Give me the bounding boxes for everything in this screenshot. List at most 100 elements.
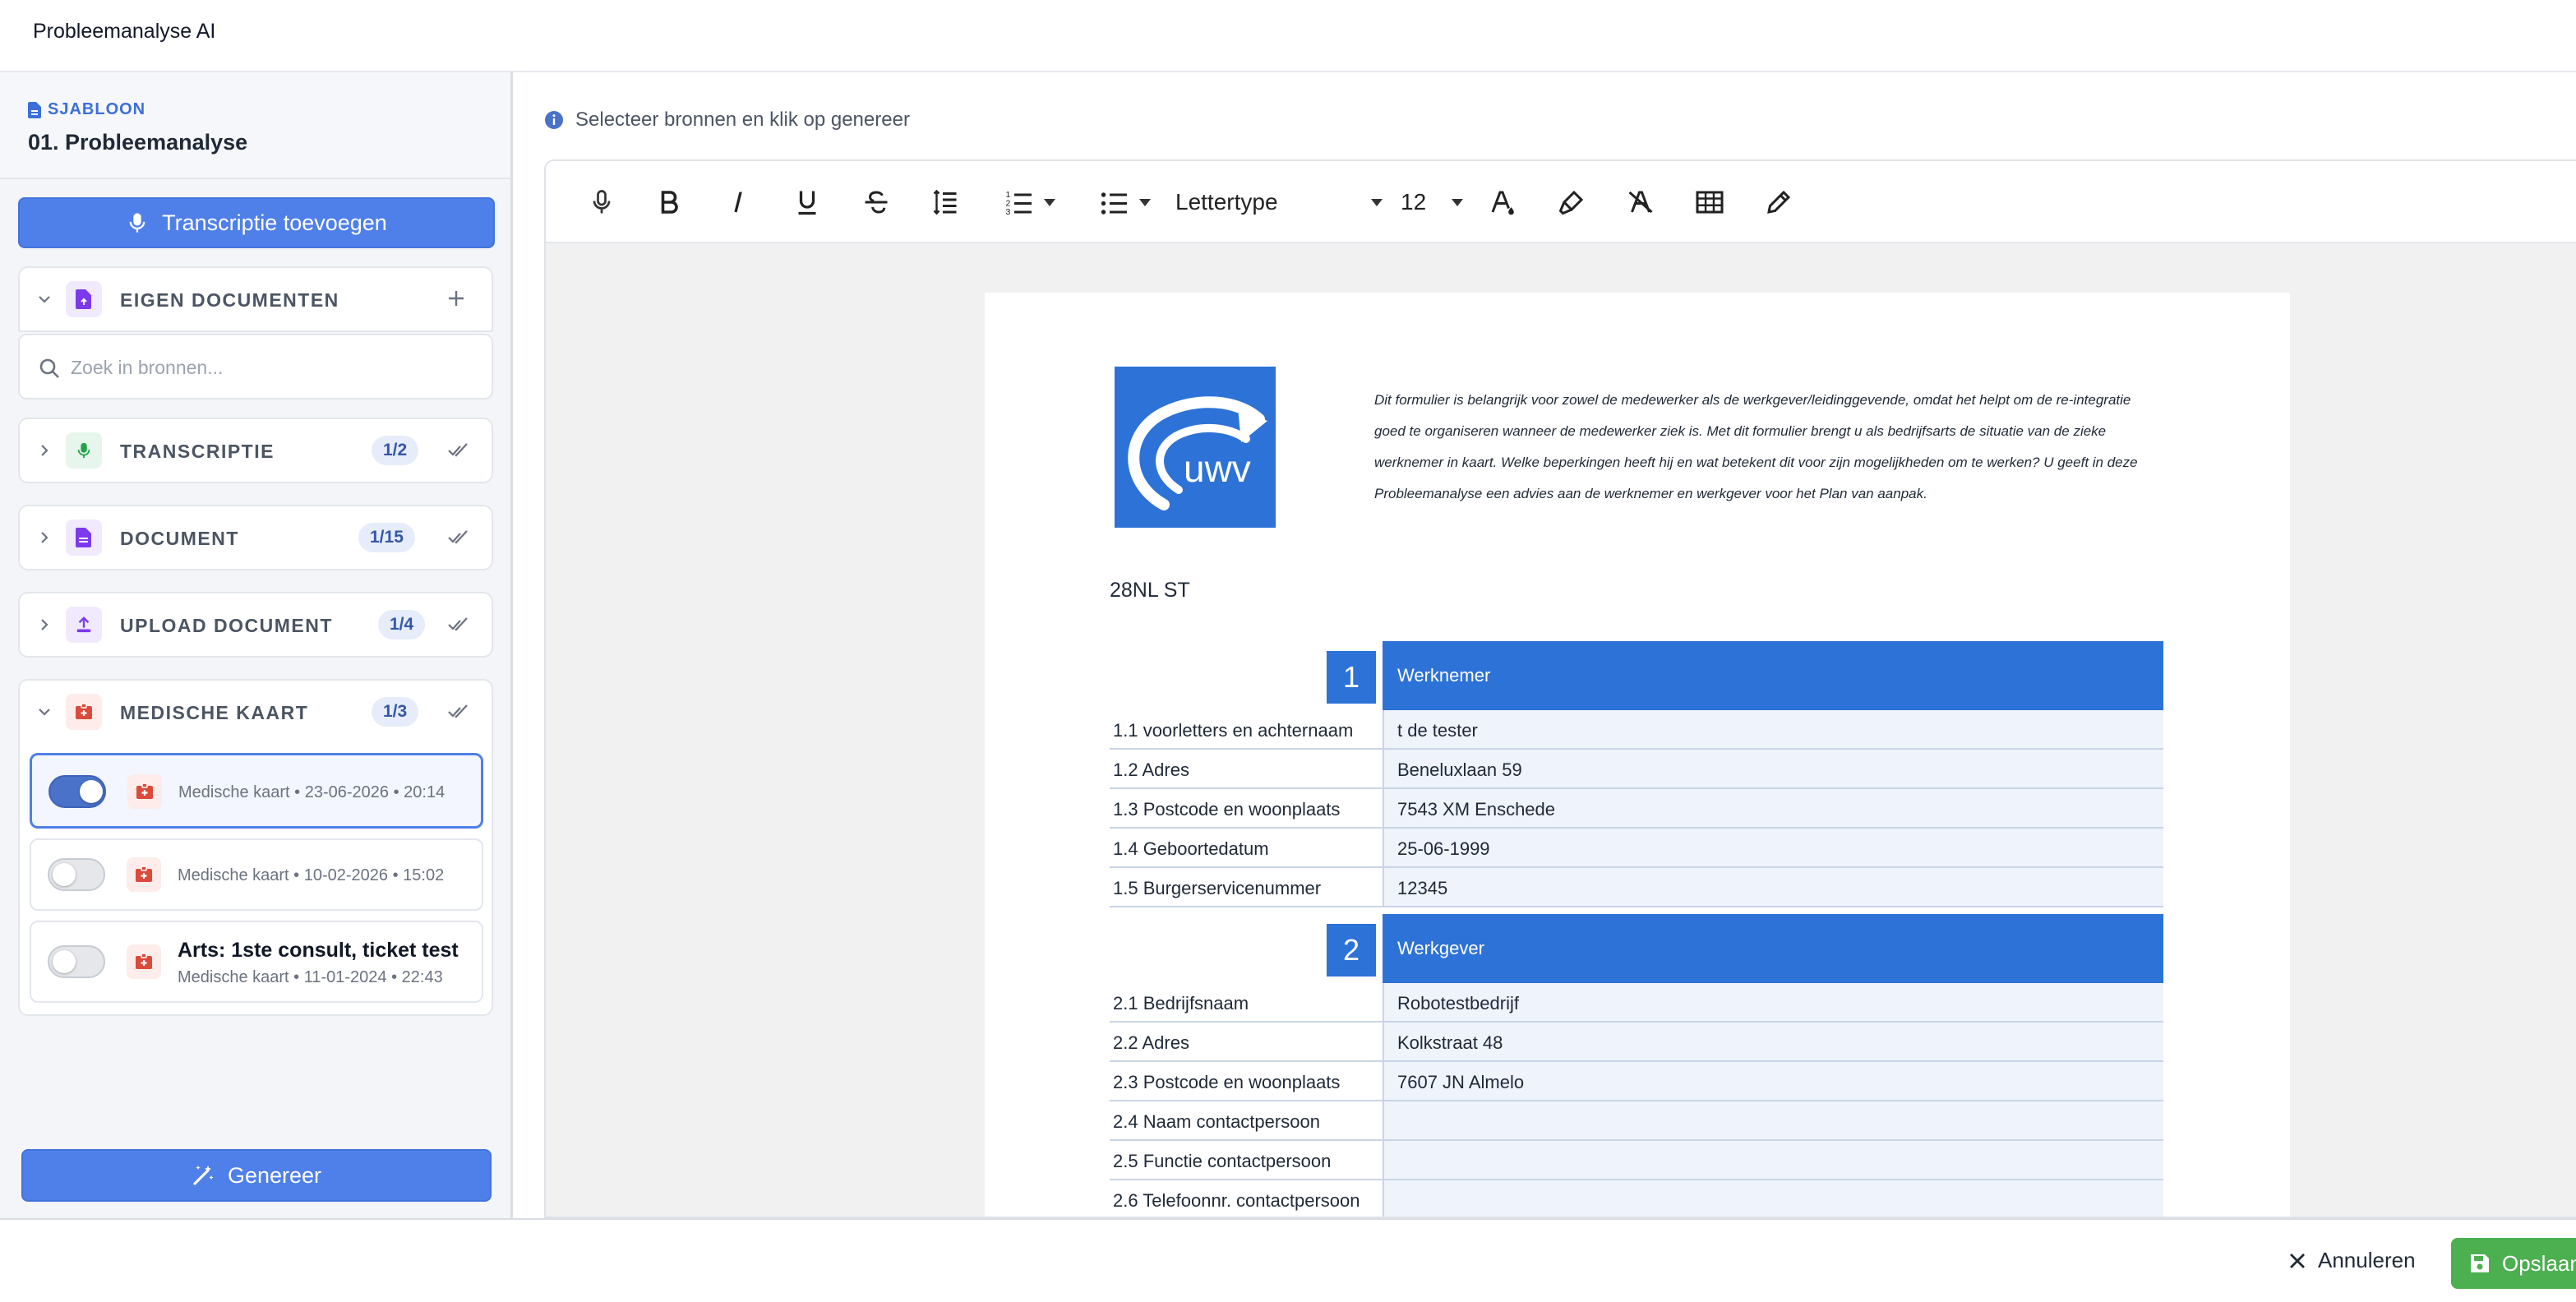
dictate-button[interactable] <box>582 182 621 222</box>
item-meta: Medische kaart • 23-06-2026 • 20:14 <box>178 783 445 801</box>
list-item[interactable]: Arts: 1ste consult, ticket test Medische… <box>30 921 483 1003</box>
clear-format-button[interactable] <box>1621 182 1660 222</box>
table-row: 1.1 voorletters en achternaam t de tester <box>1110 710 2163 750</box>
check-double-icon[interactable] <box>447 702 469 722</box>
section-number: 1 <box>1327 651 1376 704</box>
add-transcript-button[interactable]: Transcriptie toevoegen <box>18 197 495 248</box>
field-label: 1.2 Adres <box>1113 760 1189 780</box>
field-value[interactable]: 12345 <box>1383 868 2163 906</box>
toggle-knob <box>53 863 76 886</box>
save-label: Opslaan <box>2502 1250 2576 1276</box>
own-documents-section[interactable]: EIGEN DOCUMENTEN <box>18 266 493 332</box>
numbered-list-button[interactable]: 123 <box>995 182 1065 222</box>
field-value[interactable] <box>1383 1141 2163 1179</box>
source-toggle[interactable] <box>48 945 105 978</box>
check-double-icon[interactable] <box>447 615 469 635</box>
strikethrough-icon <box>865 191 888 214</box>
count-badge: 1/3 <box>372 697 419 727</box>
generate-button[interactable]: Genereer <box>21 1149 492 1202</box>
table-row: 1.5 Burgerservicenummer 12345 <box>1110 868 2163 907</box>
upload-icon-wrap <box>66 607 102 643</box>
field-value[interactable] <box>1383 1101 2163 1139</box>
microphone-icon <box>593 190 611 214</box>
insert-table-button[interactable] <box>1690 182 1729 222</box>
bullet-list-button[interactable] <box>1090 182 1161 222</box>
source-toggle[interactable] <box>48 858 105 891</box>
section-label: TRANSCRIPTIE <box>120 441 275 462</box>
font-size-value: 12 <box>1401 189 1427 215</box>
transcriptie-icon-wrap <box>66 432 102 469</box>
check-double-icon[interactable] <box>447 528 469 547</box>
section-label: DOCUMENT <box>120 528 239 549</box>
source-toggle[interactable] <box>48 775 106 808</box>
table-row: 2.2 Adres Kolkstraat 48 <box>1110 1023 2163 1062</box>
save-button[interactable]: Opslaan <box>2451 1238 2576 1289</box>
section-upload-document[interactable]: UPLOAD DOCUMENT 1/4 <box>18 592 493 658</box>
field-value[interactable]: t de tester <box>1383 710 2163 748</box>
clear-format-icon <box>1628 191 1653 214</box>
document-page[interactable]: uwv Dit formulier is belangrijk voor zow… <box>985 293 2290 1217</box>
underline-button[interactable] <box>787 182 827 222</box>
list-item[interactable]: Medische kaart • 23-06-2026 • 20:14 <box>30 753 483 829</box>
field-label: 2.6 Telefoonnr. contactpersoon <box>1113 1190 1360 1211</box>
list-item[interactable]: Medische kaart • 10-02-2026 • 15:02 <box>30 838 483 911</box>
editor-toolbar: 123 Lettertype 12 <box>546 161 2576 243</box>
field-value[interactable]: Kolkstraat 48 <box>1383 1023 2163 1060</box>
search-input[interactable] <box>71 347 473 388</box>
section-document[interactable]: DOCUMENT 1/15 <box>18 505 493 570</box>
edit-button[interactable] <box>1759 182 1798 222</box>
field-value[interactable]: Robotestbedrijf <box>1383 983 2163 1021</box>
field-value[interactable]: 7607 JN Almelo <box>1383 1062 2163 1100</box>
magic-wand-icon <box>193 1166 214 1185</box>
section-transcriptie[interactable]: TRANSCRIPTIE 1/2 <box>18 418 493 483</box>
template-kicker: SJABLOON <box>28 100 145 119</box>
table-row: 2.1 Bedrijfsnaam Robotestbedrijf <box>1110 983 2163 1023</box>
generate-label: Genereer <box>227 1162 322 1188</box>
chevron-right-icon[interactable] <box>36 442 53 459</box>
file-text-icon <box>76 528 91 547</box>
chevron-right-icon[interactable] <box>36 616 53 633</box>
field-label: 2.1 Bedrijfsnaam <box>1113 993 1249 1013</box>
table-row: 2.5 Functie contactpersoon <box>1110 1141 2163 1180</box>
toggle-knob <box>80 780 103 803</box>
source-search[interactable] <box>18 334 493 399</box>
microphone-icon <box>129 213 145 233</box>
item-icon-wrap <box>127 857 161 892</box>
font-family-value: Lettertype <box>1175 189 1278 215</box>
chevron-right-icon[interactable] <box>36 529 53 546</box>
plus-icon[interactable] <box>445 288 467 309</box>
section-title: Werkgever <box>1383 914 2163 983</box>
field-value[interactable]: 7543 XM Enschede <box>1383 789 2163 827</box>
field-label: 1.4 Geboortedatum <box>1113 838 1269 859</box>
check-double-icon[interactable] <box>447 441 469 460</box>
item-title: Arts: 1ste consult, ticket test <box>178 939 459 962</box>
font-family-select[interactable]: Lettertype <box>1172 182 1386 222</box>
italic-button[interactable] <box>718 182 758 222</box>
bold-button[interactable] <box>649 182 689 222</box>
chevron-down-icon[interactable] <box>1044 198 1055 206</box>
item-meta: Medische kaart • 10-02-2026 • 15:02 <box>178 866 445 884</box>
table-icon <box>1696 191 1724 214</box>
text-color-button[interactable] <box>1483 182 1522 222</box>
strikethrough-button[interactable] <box>856 182 896 222</box>
line-height-button[interactable] <box>926 182 965 222</box>
chevron-down-icon[interactable] <box>36 704 53 720</box>
field-value[interactable] <box>1383 1180 2163 1217</box>
document-editor[interactable]: 123 Lettertype 12 uwv Dit formulier is b… <box>544 159 2576 1218</box>
underline-icon <box>798 191 816 215</box>
template-header: SJABLOON 01. Probleemanalyse <box>0 72 510 179</box>
field-value[interactable]: Beneluxlaan 59 <box>1383 750 2163 787</box>
own-documents-icon-wrap <box>66 281 102 317</box>
field-value[interactable]: 25-06-1999 <box>1383 829 2163 866</box>
chevron-down-icon[interactable] <box>1139 198 1151 206</box>
svg-text:uwv: uwv <box>1184 447 1251 490</box>
chevron-down-icon[interactable] <box>36 291 53 307</box>
document-number: 28NL ST <box>1110 579 1190 602</box>
close-icon <box>2290 1253 2305 1268</box>
section-medische-kaart[interactable]: MEDISCHE KAART 1/3 Medische kaart • 23-0… <box>18 679 493 1016</box>
cancel-button[interactable]: Annuleren <box>2288 1248 2416 1273</box>
search-icon <box>39 358 59 378</box>
font-size-select[interactable]: 12 <box>1397 182 1466 222</box>
instruction-hint: Selecteer bronnen en klik op genereer <box>544 108 910 132</box>
highlight-button[interactable] <box>1552 182 1591 222</box>
